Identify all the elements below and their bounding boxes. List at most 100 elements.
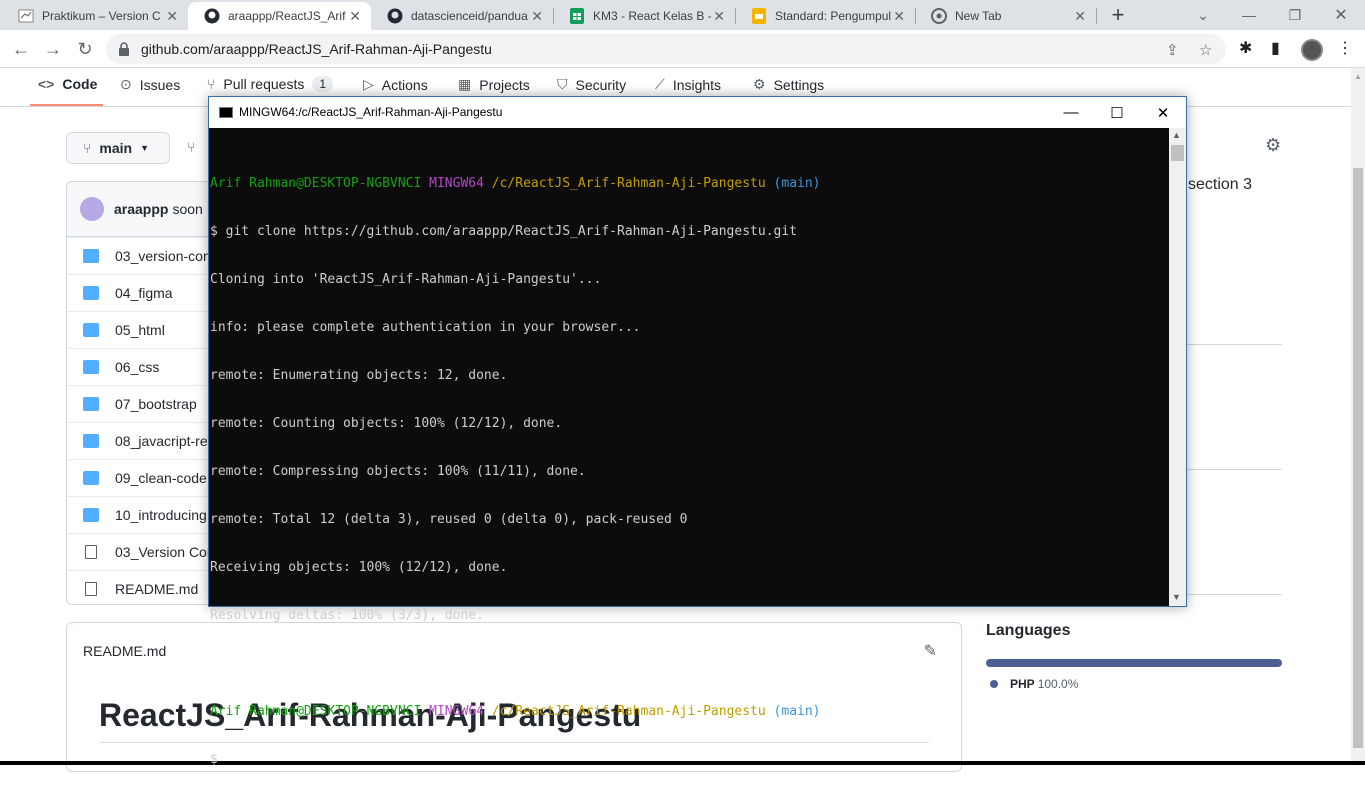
close-icon[interactable]: ✕	[893, 8, 905, 25]
browser-tab[interactable]: KM3 - React Kelas B - ✕	[553, 2, 735, 30]
browser-tab[interactable]: New Tab ✕	[915, 2, 1096, 30]
tab-issues[interactable]: ⊙ Issues	[120, 76, 180, 93]
tab-settings[interactable]: ⚙ Settings	[753, 76, 824, 93]
restore-icon[interactable]: ❐	[1272, 0, 1318, 30]
commit-message[interactable]: soon	[172, 201, 202, 217]
file-name[interactable]: 09_clean-code	[115, 470, 207, 486]
browser-tab[interactable]: Praktikum – Version C ✕	[2, 2, 188, 30]
about-settings-gear-icon[interactable]: ⚙	[1265, 135, 1281, 156]
browser-tab[interactable]: datascienceid/pandua ✕	[371, 2, 553, 30]
scroll-up-icon[interactable]: ▲	[1354, 72, 1362, 81]
file-name[interactable]: 03_Version Con	[115, 544, 215, 560]
terminal-scrollbar-thumb[interactable]	[1171, 145, 1184, 161]
scroll-up-icon[interactable]: ▲	[1172, 130, 1181, 140]
list-item[interactable]: 06_css	[67, 348, 216, 385]
page-scrollbar[interactable]: ▲	[1351, 68, 1365, 765]
avatar[interactable]	[80, 197, 104, 221]
profile-avatar[interactable]	[1301, 39, 1323, 61]
close-icon[interactable]: ✕	[166, 8, 178, 25]
browser-tab-title: New Tab	[955, 9, 1002, 23]
terminal-output[interactable]: Arif Rahman@DESKTOP-NGBVNCI MINGW64 /c/R…	[210, 144, 1168, 767]
tab-insights[interactable]: ⟋ Insights	[655, 76, 721, 93]
commit-author[interactable]: araappp	[114, 201, 168, 217]
terminal-maximize-icon[interactable]: ☐	[1094, 97, 1140, 128]
new-tab-button[interactable]: +	[1095, 0, 1141, 30]
terminal-window[interactable]: MINGW64:/c/ReactJS_Arif-Rahman-Aji-Pange…	[208, 96, 1187, 767]
address-bar[interactable]: github.com/araappp/ReactJS_Arif-Rahman-A…	[106, 34, 1226, 64]
list-item[interactable]: 07_bootstrap	[67, 385, 216, 422]
play-icon: ▷	[363, 76, 374, 92]
minimize-icon[interactable]: —	[1226, 0, 1272, 30]
terminal-titlebar[interactable]: MINGW64:/c/ReactJS_Arif-Rahman-Aji-Pange…	[209, 97, 1186, 128]
tab-pull-requests-label: Pull requests	[223, 76, 305, 92]
file-name[interactable]: 05_html	[115, 322, 165, 338]
bookmark-star-icon[interactable]: ☆	[1199, 41, 1212, 59]
lock-icon	[119, 42, 129, 56]
browser-tab-title: araappp/ReactJS_Arif-	[228, 9, 346, 23]
branches-icon[interactable]: ⑂	[187, 139, 195, 155]
file-name[interactable]: 03_version-con	[115, 248, 211, 264]
prompt-branch: (main)	[773, 704, 821, 719]
extensions-icon[interactable]: ✱	[1239, 38, 1252, 58]
back-icon[interactable]: ←	[6, 34, 36, 64]
browser-tab[interactable]: Standard: Pengumpul ✕	[735, 2, 915, 30]
latest-commit: araappp soon	[67, 182, 216, 237]
prompt-path: /c/ReactJS_Arif-Rahman-Aji-Pangestu	[491, 176, 766, 191]
tab-pull-requests[interactable]: ⑂ Pull requests 1	[207, 76, 334, 92]
share-icon[interactable]: ⇪	[1166, 41, 1179, 59]
list-item[interactable]: 05_html	[67, 311, 216, 348]
tab-issues-label: Issues	[139, 76, 181, 93]
shield-icon: ⛉	[557, 76, 568, 92]
readme-filename[interactable]: README.md	[83, 643, 166, 659]
browser-tab-active[interactable]: araappp/ReactJS_Arif- ✕	[188, 2, 371, 30]
terminal-close-icon[interactable]: ✕	[1140, 97, 1186, 128]
close-icon[interactable]: ✕	[713, 8, 725, 25]
folder-icon	[83, 249, 99, 263]
scrollbar-thumb[interactable]	[1353, 168, 1363, 748]
scroll-down-icon[interactable]: ▼	[1172, 592, 1181, 602]
prompt-shell: MINGW64	[429, 176, 484, 191]
terminal-minimize-icon[interactable]: —	[1048, 97, 1094, 128]
forward-icon[interactable]: →	[38, 34, 68, 64]
file-name[interactable]: 08_javacript-ref	[115, 433, 212, 449]
close-icon[interactable]: ✕	[531, 8, 543, 25]
file-name[interactable]: 06_css	[115, 359, 159, 375]
tab-security[interactable]: ⛉ Security	[557, 76, 626, 93]
close-icon[interactable]: ✕	[1074, 8, 1086, 25]
terminal-output-line: Receiving objects: 100% (12/12), done.	[210, 560, 508, 575]
file-name[interactable]: README.md	[115, 581, 198, 597]
tab-code[interactable]: <> Code	[38, 76, 97, 92]
close-window-icon[interactable]: ✕	[1318, 0, 1364, 30]
more-menu-icon[interactable]: ⋮	[1337, 38, 1353, 58]
terminal-input-line[interactable]: $	[210, 752, 1168, 768]
branch-select-button[interactable]: ⑂ main ▼	[66, 132, 170, 164]
tab-actions[interactable]: ▷ Actions	[363, 76, 428, 93]
active-tab-underline	[30, 104, 103, 106]
list-item[interactable]: 09_clean-code	[67, 459, 216, 496]
terminal-scrollbar[interactable]: ▲ ▼	[1169, 128, 1186, 606]
list-item[interactable]: 03_Version Con	[67, 533, 216, 570]
file-name[interactable]: 10_introducing	[115, 507, 207, 523]
table-icon: ▦	[458, 76, 472, 92]
browser-tab-strip: Praktikum – Version C ✕ araappp/ReactJS_…	[0, 0, 1365, 30]
tab-projects[interactable]: ▦ Projects	[458, 76, 530, 93]
side-panel-icon[interactable]: ▮	[1271, 38, 1280, 58]
list-item[interactable]: README.md	[67, 570, 216, 604]
close-icon[interactable]: ✕	[349, 8, 361, 25]
list-item[interactable]: 04_figma	[67, 274, 216, 311]
about-description: section 3	[1188, 176, 1253, 193]
file-name[interactable]: 07_bootstrap	[115, 396, 197, 412]
list-item[interactable]: 10_introducing	[67, 496, 216, 533]
graph-icon: ⟋	[655, 76, 665, 92]
tab-search-icon[interactable]: ⌄	[1180, 0, 1226, 30]
folder-icon	[83, 471, 99, 485]
terminal-command-line: $ git clone https://github.com/araappp/R…	[210, 224, 797, 239]
file-name[interactable]: 04_figma	[115, 285, 173, 301]
terminal-title: MINGW64:/c/ReactJS_Arif-Rahman-Aji-Pange…	[239, 105, 503, 119]
reload-icon[interactable]: ↻	[70, 34, 100, 64]
prompt-path: /c/ReactJS_Arif-Rahman-Aji-Pangestu	[491, 704, 766, 719]
url-text: github.com/araappp/ReactJS_Arif-Rahman-A…	[141, 41, 492, 57]
list-item[interactable]: 03_version-con	[67, 237, 216, 274]
list-item[interactable]: 08_javacript-ref	[67, 422, 216, 459]
